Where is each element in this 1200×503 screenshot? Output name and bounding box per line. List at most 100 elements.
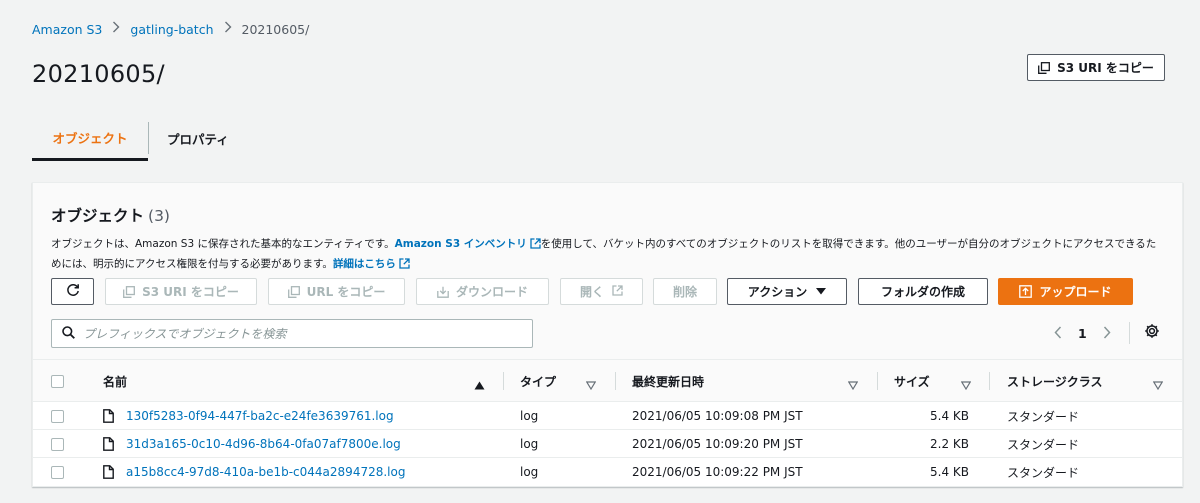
- row-checkbox[interactable]: [51, 430, 64, 458]
- learn-more-link[interactable]: 詳細はこちら: [333, 258, 410, 270]
- create-folder-button[interactable]: フォルダの作成: [858, 278, 988, 305]
- column-divider: [503, 372, 504, 390]
- upload-button[interactable]: アップロード: [998, 278, 1133, 305]
- column-divider: [877, 372, 878, 390]
- row-checkbox[interactable]: [51, 458, 64, 486]
- sort-toggle-icon[interactable]: [1152, 375, 1164, 394]
- breadcrumb-current: 20210605/: [241, 21, 310, 37]
- column-header-type[interactable]: タイプ: [520, 360, 556, 402]
- column-divider: [989, 372, 990, 390]
- tab-properties[interactable]: プロパティ: [167, 116, 229, 160]
- previous-page-button[interactable]: [1048, 323, 1068, 343]
- object-search-input[interactable]: プレフィックスでオブジェクトを検索: [51, 319, 533, 348]
- actions-dropdown[interactable]: アクション: [727, 278, 847, 305]
- sort-ascending-icon[interactable]: [474, 375, 485, 394]
- column-divider: [615, 372, 616, 390]
- table-row[interactable]: a15b8cc4-97d8-410a-be1b-c044a2894728.log…: [33, 458, 1182, 486]
- search-icon: [62, 324, 75, 343]
- learn-more-link-label: 詳細はこちら: [332, 258, 396, 270]
- actions-label: アクション: [747, 285, 808, 299]
- table-row[interactable]: 130f5283-0f94-447f-ba2c-e24fe3639761.log…: [33, 402, 1182, 430]
- copy-icon: [287, 285, 300, 298]
- file-icon: [103, 402, 114, 430]
- checkbox: [51, 374, 64, 388]
- download-button[interactable]: ダウンロード: [416, 278, 549, 305]
- upload-label: アップロード: [1039, 285, 1112, 299]
- pagination: 1: [1048, 321, 1162, 345]
- object-name-link[interactable]: 130f5283-0f94-447f-ba2c-e24fe3639761.log: [126, 409, 394, 423]
- gear-icon: [1144, 323, 1160, 343]
- tab-divider: [148, 122, 149, 154]
- objects-count: (3): [148, 207, 170, 225]
- object-type: log: [520, 437, 539, 451]
- external-link-icon: [399, 257, 410, 275]
- checkbox: [51, 409, 64, 423]
- open-button[interactable]: 開く: [560, 278, 643, 305]
- object-storage-class: スタンダード: [1007, 465, 1080, 480]
- current-page-number[interactable]: 1: [1078, 326, 1087, 341]
- refresh-icon: [66, 283, 80, 300]
- copy-icon: [1038, 61, 1051, 74]
- open-label: 開く: [579, 285, 604, 299]
- upload-icon: [1019, 285, 1033, 298]
- object-name-link[interactable]: a15b8cc4-97d8-410a-be1b-c044a2894728.log: [126, 465, 405, 479]
- table-header: 名前 タイプ 最終更新日時 サイズ ストレージクラス: [33, 360, 1182, 402]
- object-storage-class: スタンダード: [1007, 409, 1080, 424]
- column-header-modified[interactable]: 最終更新日時: [632, 360, 704, 402]
- page-title: 20210605/: [32, 60, 165, 88]
- object-size: 5.4 KB: [930, 465, 969, 479]
- copy-s3-uri-button[interactable]: S3 URI をコピー: [1027, 54, 1165, 81]
- object-type: log: [520, 465, 539, 479]
- objects-panel: オブジェクト (3) オブジェクトは、Amazon S3 に保存された基本的なエン…: [32, 182, 1183, 487]
- object-modified: 2021/06/05 10:09:22 PM JST: [632, 465, 803, 479]
- copy-s3-uri-toolbar-button[interactable]: S3 URI をコピー: [105, 278, 257, 305]
- chevron-right-icon: [224, 21, 232, 37]
- pager-divider: [1128, 322, 1130, 344]
- file-icon: [103, 458, 114, 486]
- sort-toggle-icon[interactable]: [960, 375, 972, 394]
- checkbox: [51, 437, 64, 451]
- select-all-checkbox[interactable]: [51, 360, 64, 402]
- sort-toggle-icon[interactable]: [585, 375, 597, 394]
- next-page-button[interactable]: [1097, 323, 1117, 343]
- object-storage-class: スタンダード: [1007, 437, 1080, 452]
- object-size: 2.2 KB: [930, 437, 969, 451]
- object-modified: 2021/06/05 10:09:20 PM JST: [632, 437, 803, 451]
- objects-panel-header: オブジェクト (3) オブジェクトは、Amazon S3 に保存された基本的なエン…: [33, 183, 1182, 360]
- objects-title-text: オブジェクト: [51, 207, 145, 225]
- objects-description: オブジェクトは、Amazon S3 に保存された基本的なエンティティです。Ama…: [51, 235, 1161, 275]
- copy-icon: [123, 285, 136, 298]
- settings-button[interactable]: [1142, 323, 1162, 343]
- external-link-icon: [612, 284, 623, 299]
- object-size: 5.4 KB: [930, 409, 969, 423]
- copy-s3-uri-label: S3 URI をコピー: [1057, 61, 1154, 75]
- breadcrumb-item-amazon-s3[interactable]: Amazon S3: [32, 22, 102, 37]
- column-header-size[interactable]: サイズ: [894, 360, 930, 402]
- checkbox: [51, 465, 64, 479]
- delete-button[interactable]: 削除: [653, 278, 717, 305]
- sort-toggle-icon[interactable]: [847, 375, 859, 394]
- create-folder-label: フォルダの作成: [880, 285, 965, 299]
- column-header-storage-class[interactable]: ストレージクラス: [1007, 360, 1103, 402]
- breadcrumb-item-bucket[interactable]: gatling-batch: [130, 22, 213, 37]
- column-header-name[interactable]: 名前: [103, 360, 127, 402]
- row-checkbox[interactable]: [51, 402, 64, 430]
- caret-down-icon: [816, 288, 827, 295]
- search-placeholder: プレフィックスでオブジェクトを検索: [83, 327, 287, 341]
- object-modified: 2021/06/05 10:09:08 PM JST: [632, 409, 803, 423]
- external-link-icon: [530, 237, 541, 255]
- download-icon: [437, 286, 449, 298]
- s3-inventory-link[interactable]: Amazon S3 インベントリ: [395, 238, 541, 250]
- breadcrumb: Amazon S3 gatling-batch 20210605/: [32, 20, 309, 38]
- delete-label: 削除: [672, 285, 697, 299]
- copy-url-label: URL をコピー: [306, 285, 386, 299]
- tab-bar: オブジェクト プロパティ: [32, 116, 1168, 161]
- tab-objects[interactable]: オブジェクト: [32, 116, 148, 161]
- refresh-button[interactable]: [51, 278, 94, 305]
- copy-url-button[interactable]: URL をコピー: [268, 278, 405, 305]
- file-icon: [103, 430, 114, 458]
- table-row[interactable]: 31d3a165-0c10-4d96-8b64-0fa07af7800e.log…: [33, 430, 1182, 458]
- chevron-right-icon: [112, 21, 120, 37]
- s3-inventory-link-label: Amazon S3 インベントリ: [394, 238, 527, 250]
- object-name-link[interactable]: 31d3a165-0c10-4d96-8b64-0fa07af7800e.log: [126, 437, 401, 451]
